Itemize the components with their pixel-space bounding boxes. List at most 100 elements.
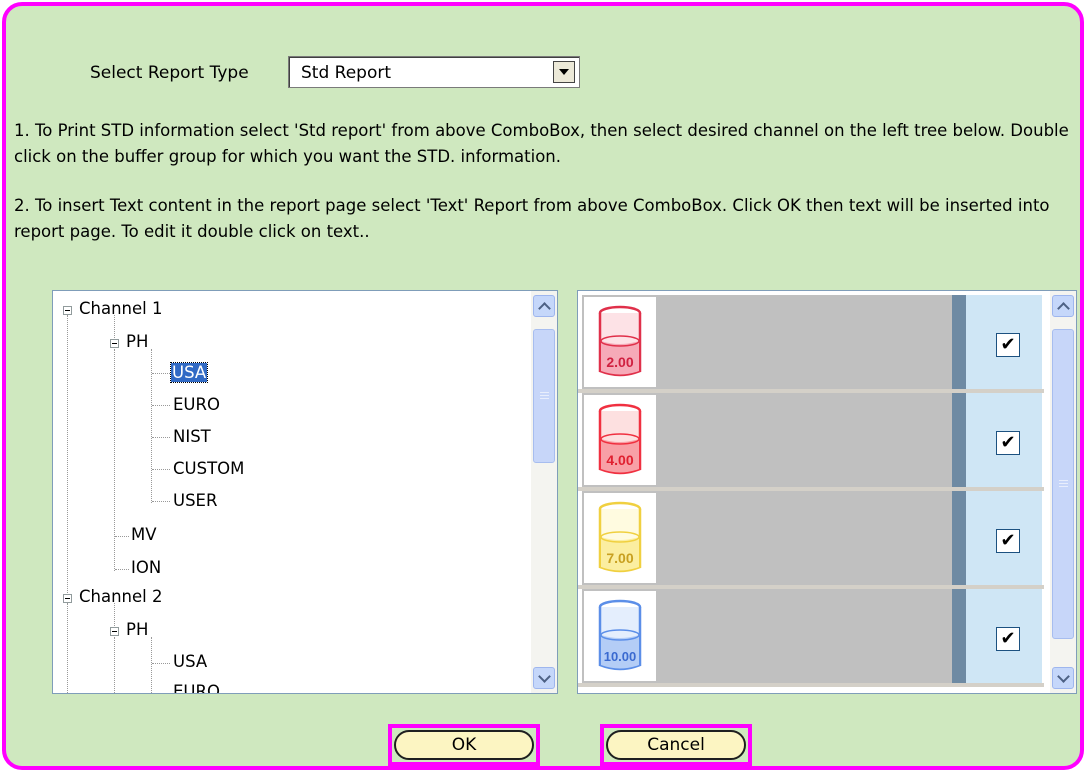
tree-node-label: Channel 1	[79, 299, 163, 318]
tree-node-euro[interactable]: EURO	[173, 682, 220, 694]
buffer-check-cell: ✔	[966, 491, 1042, 585]
tree-node-label: USA	[169, 362, 209, 383]
channel-tree[interactable]: Channel 1 PH USA EURO NIST CUSTOM USER M…	[52, 290, 558, 694]
buffer-checkbox[interactable]: ✔	[996, 333, 1020, 357]
buffer-check-cell: ✔	[966, 393, 1042, 487]
cancel-button-label: Cancel	[606, 730, 746, 760]
tree-connector	[152, 663, 170, 664]
tree-node-ion[interactable]: ION	[131, 558, 161, 577]
tree-node-label: NIST	[173, 427, 211, 446]
chevron-up-icon	[537, 301, 551, 315]
tree-connector	[151, 637, 152, 693]
beaker-icon: 10.00	[584, 591, 656, 681]
tree-node-ph[interactable]: PH	[126, 332, 148, 351]
tree-node-label: Channel 2	[79, 587, 163, 606]
tree-connector	[115, 536, 129, 537]
buffer-checkbox[interactable]: ✔	[996, 431, 1020, 455]
tree-node-ph[interactable]: PH	[126, 620, 148, 639]
tree-node-mv[interactable]: MV	[131, 525, 157, 544]
beaker-icon: 2.00	[584, 297, 656, 387]
ok-button[interactable]: OK	[388, 724, 540, 766]
tree-connector	[152, 693, 170, 694]
scroll-thumb-grip	[540, 398, 549, 399]
scroll-thumb-grip	[1059, 480, 1068, 481]
tree-connector	[152, 501, 170, 502]
chevron-down-icon	[537, 669, 551, 683]
tree-node-label: USA	[173, 652, 208, 671]
combobox-dropdown-button[interactable]	[553, 61, 575, 83]
buffer-row-separator	[952, 393, 966, 487]
tree-node-custom[interactable]: CUSTOM	[173, 459, 244, 478]
scroll-down-button[interactable]	[1052, 667, 1074, 689]
scroll-thumb-grip	[1059, 483, 1068, 484]
cancel-button[interactable]: Cancel	[600, 724, 752, 766]
buffer-row[interactable]: ✔ 2.00	[582, 295, 1042, 389]
beaker-icon: 7.00	[584, 493, 656, 583]
buffer-scrollbar[interactable]	[1050, 291, 1076, 693]
tree-node-label: EURO	[173, 395, 220, 414]
buffer-row-separator	[952, 295, 966, 389]
check-icon: ✔	[1000, 530, 1016, 551]
tree-connector	[114, 315, 115, 340]
buffer-row-separator	[952, 589, 966, 683]
buffer-row-separator	[952, 491, 966, 585]
scroll-thumb[interactable]	[1052, 329, 1074, 639]
tree-node-label: MV	[131, 525, 157, 544]
tree-connector	[67, 315, 68, 595]
tree-node-label: PH	[126, 332, 149, 351]
buffer-value: 7.00	[606, 550, 633, 566]
collapse-icon[interactable]	[110, 627, 119, 636]
scroll-thumb-grip	[540, 392, 549, 393]
tree-connector	[114, 637, 115, 693]
buffer-row[interactable]: ✔ 7.00	[582, 491, 1042, 585]
collapse-icon[interactable]	[63, 594, 72, 603]
scroll-up-button[interactable]	[1052, 295, 1074, 317]
buffer-row[interactable]: ✔ 4.00	[582, 393, 1042, 487]
scroll-up-button[interactable]	[533, 295, 555, 317]
tree-connector	[67, 603, 68, 693]
tree-node-usa[interactable]: USA	[173, 652, 207, 671]
scroll-thumb-grip	[540, 395, 549, 396]
tree-connector	[152, 469, 170, 470]
check-icon: ✔	[1000, 334, 1016, 355]
buffer-value: 10.00	[604, 649, 637, 664]
tree-connector	[115, 569, 129, 570]
tree-node-label: CUSTOM	[173, 459, 245, 478]
scroll-thumb[interactable]	[533, 329, 555, 463]
tree-connector	[152, 405, 170, 406]
tree-node-channel-1[interactable]: Channel 1	[79, 299, 162, 318]
buffer-checkbox[interactable]: ✔	[996, 627, 1020, 651]
scroll-down-button[interactable]	[533, 667, 555, 689]
report-type-combobox[interactable]: Std Report	[288, 56, 580, 88]
tree-node-label: EURO	[173, 682, 220, 694]
tree-node-label: USER	[173, 491, 218, 510]
buffer-value: 2.00	[606, 354, 633, 370]
tree-node-user[interactable]: USER	[173, 491, 217, 510]
tree-connector	[152, 437, 170, 438]
scroll-thumb-grip	[1059, 486, 1068, 487]
buffer-checkbox[interactable]: ✔	[996, 529, 1020, 553]
collapse-icon[interactable]	[63, 306, 72, 315]
tree-connector	[114, 603, 115, 628]
report-type-value: Std Report	[301, 63, 392, 83]
tree-connector	[114, 349, 115, 571]
chevron-down-icon	[1056, 669, 1070, 683]
buffer-check-cell: ✔	[966, 295, 1042, 389]
instruction-1: 1. To Print STD information select 'Std …	[14, 121, 1069, 166]
ok-button-label: OK	[394, 730, 534, 760]
buffer-row[interactable]: ✔ 10.00	[582, 589, 1042, 683]
tree-node-usa[interactable]: USA	[169, 362, 209, 383]
chevron-down-icon	[559, 69, 569, 75]
buffer-list[interactable]: ✔ 2.00 ✔ 4.00 ✔ 7.00 ✔ 10.00	[577, 290, 1077, 694]
tree-node-channel-2[interactable]: Channel 2	[79, 587, 162, 606]
report-type-label: Select Report Type	[90, 63, 249, 83]
tree-node-nist[interactable]: NIST	[173, 427, 211, 446]
buffer-value: 4.00	[606, 452, 633, 468]
tree-node-euro[interactable]: EURO	[173, 395, 220, 414]
check-icon: ✔	[1000, 432, 1016, 453]
buffer-check-cell: ✔	[966, 589, 1042, 683]
tree-node-label: ION	[131, 558, 162, 577]
buffer-divider	[578, 683, 1044, 687]
tree-scrollbar[interactable]	[531, 291, 557, 693]
collapse-icon[interactable]	[110, 339, 119, 348]
